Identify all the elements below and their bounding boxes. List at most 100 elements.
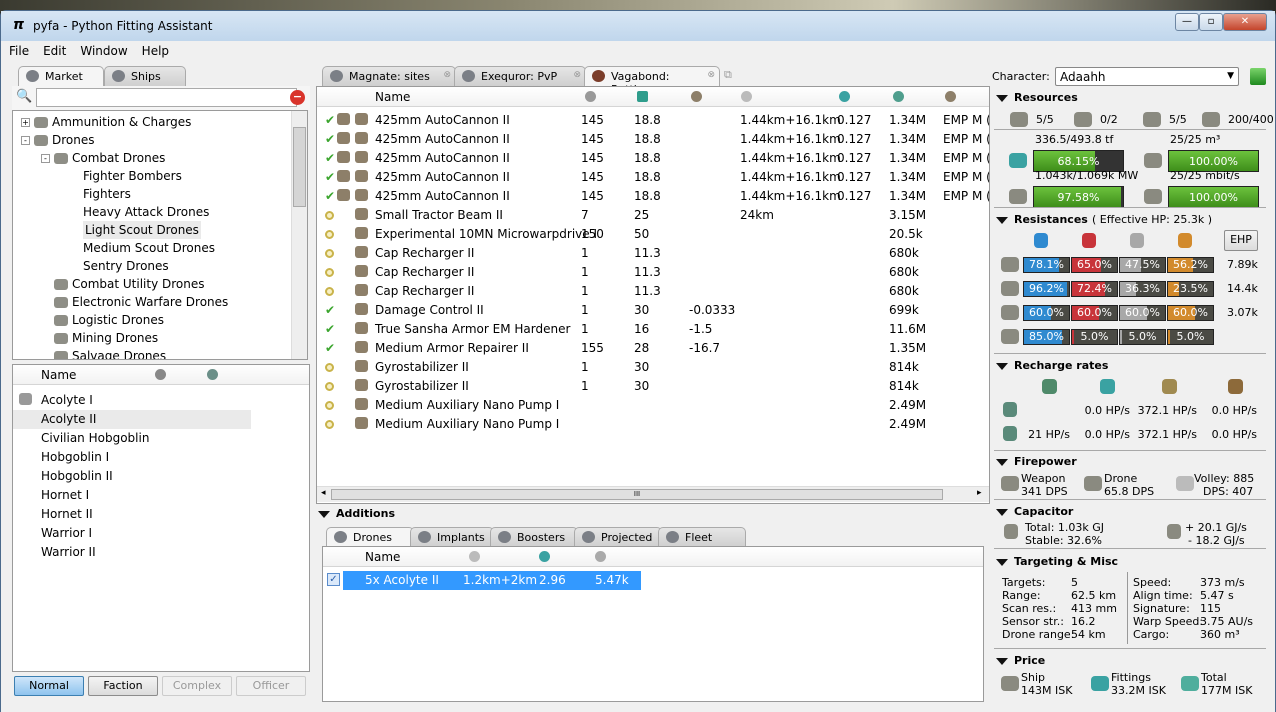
targeting-header[interactable]: Targeting & Misc (996, 555, 1118, 568)
close-button[interactable]: ✕ (1223, 13, 1267, 31)
meta-officer-button[interactable]: Officer (236, 676, 306, 696)
character-select[interactable]: Adaahh ▼ (1055, 67, 1239, 86)
tree-node[interactable]: Sentry Drones (13, 257, 307, 275)
tree-node[interactable]: Mining Drones (13, 329, 307, 347)
list-item[interactable]: Acolyte I (13, 391, 309, 410)
tree-node[interactable]: Heavy Attack Drones (13, 203, 307, 221)
additions-tab-drones[interactable]: Drones (326, 527, 414, 547)
drone-active-checkbox[interactable]: ✓ (327, 573, 340, 586)
module-row[interactable]: Cap Recharger II 1 11.3 680k (317, 244, 989, 263)
fit-tab-magnate[interactable]: Magnate: sites ⊗ (322, 66, 456, 86)
recharge-header[interactable]: Recharge rates (996, 359, 1108, 372)
list-item[interactable]: Hobgoblin II (13, 467, 309, 486)
online-state-icon[interactable] (325, 287, 334, 296)
fit-tab-vagabond[interactable]: Vagabond: Ratting⊗ (584, 66, 720, 96)
tree-node[interactable]: - Combat Drones (13, 149, 307, 167)
module-row[interactable]: Small Tractor Beam II 7 25 24km 3.15M (317, 206, 989, 225)
online-state-icon[interactable] (325, 249, 334, 258)
menu-help[interactable]: Help (134, 41, 175, 58)
clear-search-icon[interactable]: − (290, 90, 305, 105)
module-row[interactable]: ✔ Damage Control II 1 30 -0.0333 699k (317, 301, 989, 320)
additions-tab-fleet[interactable]: Fleet (658, 527, 746, 547)
module-row[interactable]: Gyrostabilizer II 1 30 814k (317, 377, 989, 396)
list-item[interactable]: Hobgoblin I (13, 448, 309, 467)
column-name[interactable]: Name (365, 550, 400, 564)
tree-node[interactable]: Fighter Bombers (13, 167, 307, 185)
capacitor-header[interactable]: Capacitor (996, 505, 1073, 518)
active-state-icon[interactable]: ✔ (325, 303, 335, 317)
module-row[interactable]: Experimental 10MN Microwarpdrive I 150 50 2… (317, 225, 989, 244)
tab-ships[interactable]: Ships (104, 66, 186, 86)
online-state-icon[interactable] (325, 268, 334, 277)
tree-node[interactable]: Medium Scout Drones (13, 239, 307, 257)
ehp-toggle-button[interactable]: EHP (1224, 230, 1258, 251)
module-row[interactable]: Cap Recharger II 1 11.3 680k (317, 282, 989, 301)
active-state-icon[interactable]: ✔ (325, 132, 335, 146)
tree-node[interactable]: Electronic Warfare Drones (13, 293, 307, 311)
module-row[interactable]: ✔ 425mm AutoCannon II 145 18.8 1.44km+16.1km… (317, 149, 989, 168)
list-item[interactable]: Civilian Hobgoblin (13, 429, 309, 448)
module-row[interactable]: Medium Auxiliary Nano Pump I 2.49M (317, 396, 989, 415)
collapse-icon[interactable]: - (41, 154, 50, 163)
tab-market[interactable]: Market (18, 66, 104, 86)
active-state-icon[interactable]: ✔ (325, 151, 335, 165)
online-state-icon[interactable] (325, 382, 334, 391)
online-state-icon[interactable] (325, 230, 334, 239)
new-tab-icon[interactable]: ⧉ (724, 68, 732, 82)
online-state-icon[interactable] (325, 401, 334, 410)
tree-node[interactable]: Light Scout Drones (13, 221, 307, 239)
online-state-icon[interactable] (325, 211, 334, 220)
menu-file[interactable]: File (1, 41, 35, 58)
tree-node[interactable]: + Ammunition & Charges (13, 113, 307, 131)
active-state-icon[interactable]: ✔ (325, 341, 335, 355)
list-item[interactable]: Acolyte II (13, 410, 251, 429)
additions-tab-implants[interactable]: Implants (410, 527, 494, 547)
drone-row[interactable]: 5x Acolyte II 1.2km+2km 2.96 5.47k (343, 571, 641, 590)
menu-edit[interactable]: Edit (35, 41, 72, 58)
scroll-right-icon[interactable]: ▸ (977, 488, 982, 498)
additions-tab-projected[interactable]: Projected (574, 527, 662, 547)
active-state-icon[interactable]: ✔ (325, 322, 335, 336)
tree-scrollbar[interactable] (291, 111, 307, 359)
module-row[interactable]: ✔ True Sansha Armor EM Hardener 1 16 -1.5 11.… (317, 320, 989, 339)
module-row[interactable]: ✔ 425mm AutoCannon II 145 18.8 1.44km+16.1km… (317, 130, 989, 149)
collapse-icon[interactable]: - (21, 136, 30, 145)
list-item[interactable]: Hornet II (13, 505, 309, 524)
menu-window[interactable]: Window (72, 41, 133, 58)
tree-node[interactable]: Fighters (13, 185, 307, 203)
price-header[interactable]: Price (996, 654, 1045, 667)
firepower-header[interactable]: Firepower (996, 455, 1077, 468)
module-row[interactable]: ✔ 425mm AutoCannon II 145 18.8 1.44km+16.1km… (317, 168, 989, 187)
minimize-button[interactable]: — (1175, 13, 1199, 31)
column-name[interactable]: Name (41, 368, 76, 382)
module-row[interactable]: Gyrostabilizer II 1 30 814k (317, 358, 989, 377)
module-row[interactable]: ✔ 425mm AutoCannon II 145 18.8 1.44km+16.1km… (317, 187, 989, 206)
expand-icon[interactable]: + (21, 118, 30, 127)
resistances-header[interactable]: Resistances (996, 213, 1088, 226)
tree-node[interactable]: Logistic Drones (13, 311, 307, 329)
tree-node[interactable]: Combat Utility Drones (13, 275, 307, 293)
character-editor-icon[interactable] (1250, 68, 1266, 85)
list-item[interactable]: Hornet I (13, 486, 309, 505)
horizontal-scrollbar[interactable]: ◂ III ▸ (317, 486, 989, 502)
column-name[interactable]: Name (375, 90, 410, 104)
online-state-icon[interactable] (325, 420, 334, 429)
active-state-icon[interactable]: ✔ (325, 189, 335, 203)
meta-normal-button[interactable]: Normal (14, 676, 84, 696)
additions-tab-boosters[interactable]: Boosters (490, 527, 578, 547)
list-item[interactable]: Warrior I (13, 524, 309, 543)
module-row[interactable]: Medium Auxiliary Nano Pump I 2.49M (317, 415, 989, 434)
meta-faction-button[interactable]: Faction (88, 676, 158, 696)
active-state-icon[interactable]: ✔ (325, 113, 335, 127)
active-state-icon[interactable]: ✔ (325, 170, 335, 184)
close-tab-icon[interactable]: ⊗ (443, 70, 451, 80)
maximize-button[interactable]: ▫ (1199, 13, 1223, 31)
search-input[interactable] (36, 88, 297, 107)
tree-node[interactable]: Salvage Drones (13, 347, 307, 359)
resources-header[interactable]: Resources (996, 91, 1078, 104)
online-state-icon[interactable] (325, 363, 334, 372)
module-row[interactable]: ✔ 425mm AutoCannon II 145 18.8 1.44km+16.1km… (317, 111, 989, 130)
close-tab-icon[interactable]: ⊗ (573, 70, 581, 80)
fit-tab-exequror[interactable]: Exequror: PvP ⊗ (454, 66, 586, 86)
scroll-left-icon[interactable]: ◂ (321, 488, 326, 498)
